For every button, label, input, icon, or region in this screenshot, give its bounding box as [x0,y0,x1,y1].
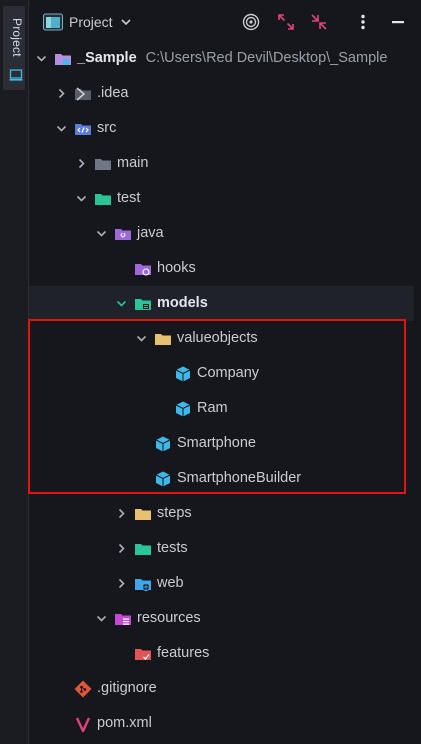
git-icon [74,680,92,698]
tree-node-label: main [117,155,149,171]
tree-node-valueobjects[interactable]: valueobjects [29,321,414,356]
tree-node-resources[interactable]: resources [29,601,414,636]
tree-node-label: .gitignore [97,680,157,696]
project-view-selector[interactable]: Project [43,10,133,34]
idea-folder-icon [75,87,91,101]
web-folder-icon [135,579,151,592]
tree-node-features[interactable]: features [29,636,414,671]
tree-node-label: _Sample C:\Users\Red Devil\Desktop\_Sampl… [77,50,388,66]
folder-icon [95,159,111,170]
tree-node-label: steps [157,505,192,521]
features-folder-icon [135,649,151,660]
tree-node-company[interactable]: Company [29,356,414,391]
tool-window-stripe: Project [0,0,29,744]
chevron-right-icon[interactable] [115,507,128,520]
chevron-down-icon[interactable] [55,122,68,135]
class-icon [175,366,191,382]
tree-node-label: SmartphoneBuilder [177,470,302,486]
tree-node-ram[interactable]: Ram [29,391,414,426]
source-folder-icon [75,124,91,135]
tree-node-label: web [157,575,184,591]
tree-node-path: C:\Users\Red Devil\Desktop\_Sample [145,50,388,66]
tree-node-root[interactable]: _Sample C:\Users\Red Devil\Desktop\_Sampl… [29,41,414,76]
chevron-down-icon[interactable] [95,612,108,625]
package-folder-icon [135,299,151,310]
more-options-icon[interactable] [353,12,373,32]
chevron-down-icon[interactable] [35,52,48,65]
class-icon [155,471,171,487]
chevron-down-icon[interactable] [115,297,128,310]
tree-node-pom[interactable]: pom.xml [29,706,414,741]
tree-node-smartphone-builder[interactable]: SmartphoneBuilder [29,461,414,496]
tree-node-label: features [157,645,210,661]
project-view-icon [43,13,63,31]
tree-node-label: .idea [97,85,129,101]
tree-node-label: resources [137,610,201,626]
tree-node-hooks[interactable]: hooks [29,251,414,286]
tree-node-label: models [157,295,208,311]
project-view-label: Project [69,14,113,30]
package-folder-icon [135,264,151,276]
tree-node-label: Company [197,365,260,381]
expand-all-icon[interactable] [276,12,296,32]
chevron-right-icon[interactable] [75,157,88,170]
test-folder-icon [135,544,151,555]
module-folder-icon [55,54,71,65]
class-icon [175,401,191,417]
tree-node-test[interactable]: test [29,181,414,216]
resources-folder-icon [115,614,131,625]
tree-node-java[interactable]: java [29,216,414,251]
class-icon [155,436,171,452]
folder-icon [135,509,151,520]
tree-node-idea[interactable]: .idea [29,76,414,111]
collapse-all-icon[interactable] [309,12,329,32]
project-toolbar: Project [29,0,421,44]
chevron-down-icon[interactable] [135,332,148,345]
project-tool-window-tab[interactable]: Project [3,6,25,90]
java-source-folder-icon [115,229,131,240]
tree-node-models[interactable]: models [29,286,414,321]
chevron-right-icon[interactable] [115,577,128,590]
maven-icon [75,717,91,733]
tree-node-label: hooks [157,260,196,276]
tree-node-label: test [117,190,141,206]
tree-node-label: pom.xml [97,715,152,731]
tree-node-label: src [97,120,117,136]
project-window-icon [9,69,23,81]
chevron-right-icon[interactable] [115,542,128,555]
project-tab-label: Project [10,18,24,57]
tree-node-main[interactable]: main [29,146,414,181]
target-icon[interactable] [241,12,261,32]
chevron-down-icon[interactable] [75,192,88,205]
chevron-down-icon [121,19,131,26]
folder-icon [155,334,171,345]
tree-node-steps[interactable]: steps [29,496,414,531]
tree-node-label: Smartphone [177,435,256,451]
tree-node-label: valueobjects [177,330,258,346]
tree-node-label: java [137,225,164,241]
chevron-down-icon[interactable] [95,227,108,240]
tree-node-label: tests [157,540,188,556]
tree-node-smartphone[interactable]: Smartphone [29,426,414,461]
test-folder-icon [95,194,111,205]
tree-node-src[interactable]: src [29,111,414,146]
tree-node-tests[interactable]: tests [29,531,414,566]
tree-node-gitignore[interactable]: .gitignore [29,671,414,706]
tree-node-label: Ram [197,400,228,416]
chevron-right-icon[interactable] [55,87,68,100]
tree-node-web[interactable]: web [29,566,414,601]
hide-icon[interactable] [388,12,408,32]
